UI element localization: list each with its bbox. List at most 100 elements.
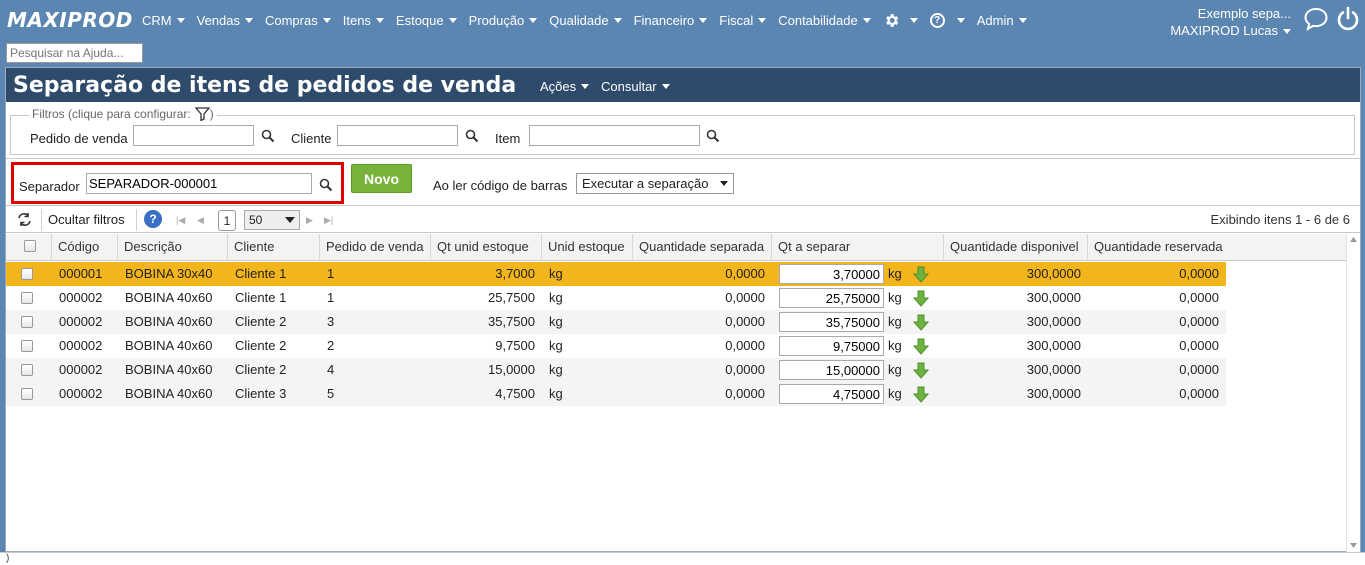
arrow-down-icon[interactable] — [913, 314, 929, 331]
user-menu[interactable]: Exemplo sepa... MAXIPROD Lucas — [1170, 5, 1291, 39]
header-qt-reservada[interactable]: Quantidade reservada — [1088, 234, 1346, 261]
pedido-input[interactable] — [133, 125, 254, 146]
cell-reservada: 0,0000 — [1179, 266, 1219, 281]
scroll-up-icon[interactable] — [1349, 236, 1358, 243]
header-qt-separada[interactable]: Quantidade separada — [633, 234, 772, 261]
table-row[interactable]: 000002 BOBINA 40x60 Cliente 3 5 4,7500 k… — [6, 382, 1226, 406]
menu-label: Estoque — [395, 13, 444, 28]
prev-page-icon[interactable]: ◀ — [197, 215, 204, 226]
menu-fiscal[interactable]: Fiscal — [719, 13, 767, 28]
app-logo[interactable]: MAXIPROD — [7, 8, 133, 32]
table-row[interactable]: 000001 BOBINA 30x40 Cliente 1 1 3,7000 k… — [6, 262, 1226, 286]
menu-label: Itens — [342, 13, 371, 28]
power-icon[interactable] — [1335, 6, 1361, 32]
menu-crm[interactable]: CRM — [142, 13, 185, 28]
items-count: Exibindo itens 1 - 6 de 6 — [1210, 212, 1350, 227]
scroll-down-icon[interactable] — [1349, 542, 1358, 549]
qt-a-separar-input[interactable] — [779, 264, 884, 284]
help-icon: ? — [929, 13, 945, 28]
menu-qualidade[interactable]: Qualidade — [549, 13, 622, 28]
qt-a-separar-input[interactable] — [779, 288, 884, 308]
cell-qt-separada: 0,0000 — [725, 266, 765, 281]
arrow-down-icon[interactable] — [913, 290, 929, 307]
qt-a-separar-input[interactable] — [779, 336, 884, 356]
search-icon[interactable] — [319, 178, 333, 192]
header-cliente[interactable]: Cliente — [228, 234, 320, 261]
row-checkbox[interactable] — [21, 316, 33, 328]
last-page-icon[interactable]: ▶| — [324, 215, 333, 226]
header-descricao[interactable]: Descrição — [118, 234, 228, 261]
menu-compras[interactable]: Compras — [265, 13, 331, 28]
header-unid-estoque[interactable]: Unid estoque — [542, 234, 633, 261]
hide-filters-button[interactable]: Ocultar filtros — [48, 212, 125, 227]
table-row[interactable]: 000002 BOBINA 40x60 Cliente 2 2 9,7500 k… — [6, 334, 1226, 358]
cell-unid: kg — [549, 266, 563, 281]
row-checkbox[interactable] — [21, 364, 33, 376]
new-separator-button[interactable]: Novo — [351, 164, 412, 193]
help-search-input[interactable] — [6, 43, 143, 63]
menu-estoque[interactable]: Estoque — [396, 13, 457, 28]
consult-menu[interactable]: Consultar — [601, 79, 670, 94]
item-label: Item — [495, 131, 521, 146]
menu-help[interactable]: ? — [929, 13, 965, 28]
chevron-down-icon — [720, 181, 728, 186]
grid-scrollbar[interactable] — [1346, 234, 1360, 552]
consult-label: Consultar — [601, 79, 657, 94]
page-size-select[interactable]: 50 — [244, 210, 300, 230]
header-codigo[interactable]: Código — [52, 234, 118, 261]
menu-financeiro[interactable]: Financeiro — [634, 13, 708, 28]
top-navigation: MAXIPROD CRM Vendas Compras Itens Estoqu… — [0, 0, 1365, 42]
cliente-input[interactable] — [337, 125, 458, 146]
item-input[interactable] — [529, 125, 700, 146]
menu-admin[interactable]: Admin — [977, 13, 1027, 28]
header-select-all[interactable] — [6, 234, 52, 261]
actions-menu[interactable]: Ações — [540, 79, 590, 94]
table-row[interactable]: 000002 BOBINA 40x60 Cliente 1 1 25,7500 … — [6, 286, 1226, 310]
menu-settings[interactable] — [883, 12, 918, 29]
menu-producao[interactable]: Produção — [469, 13, 538, 28]
row-checkbox[interactable] — [21, 268, 33, 280]
toolbar-divider — [41, 209, 42, 231]
arrow-down-icon[interactable] — [913, 338, 929, 355]
select-all-checkbox[interactable] — [24, 240, 36, 252]
cell-qt-separada: 0,0000 — [725, 386, 765, 401]
chevron-down-icon — [699, 18, 708, 23]
search-icon[interactable] — [706, 129, 720, 143]
cell-cliente: Cliente 2 — [235, 362, 287, 377]
cell-cliente: Cliente 3 — [235, 386, 287, 401]
qt-a-separar-input[interactable] — [779, 384, 884, 404]
page-number-input[interactable]: 1 — [218, 210, 236, 231]
cell-pedido: 3 — [327, 314, 335, 329]
search-icon[interactable] — [465, 129, 479, 143]
menu-itens[interactable]: Itens — [343, 13, 384, 28]
row-checkbox[interactable] — [21, 292, 33, 304]
qt-a-separar-input[interactable] — [779, 312, 884, 332]
menu-vendas[interactable]: Vendas — [197, 13, 253, 28]
table-row[interactable]: 000002 BOBINA 40x60 Cliente 2 3 35,7500 … — [6, 310, 1226, 334]
help-icon[interactable]: ? — [144, 210, 162, 228]
cell-a-separar-unit: kg — [888, 338, 902, 353]
filter-icon[interactable] — [194, 107, 210, 121]
menu-contabilidade[interactable]: Contabilidade — [778, 13, 871, 28]
header-qt-estoque[interactable]: Qt unid estoque — [431, 234, 542, 261]
arrow-down-icon[interactable] — [913, 362, 929, 379]
qt-a-separar-input[interactable] — [779, 360, 884, 380]
row-checkbox[interactable] — [21, 340, 33, 352]
next-page-icon[interactable]: ▶ — [306, 215, 313, 226]
search-icon[interactable] — [261, 129, 275, 143]
row-checkbox[interactable] — [21, 388, 33, 400]
cell-descricao: BOBINA 40x60 — [125, 290, 213, 305]
header-qt-a-separar[interactable]: Qt a separar — [772, 234, 944, 261]
cell-qt-estoque: 4,7500 — [495, 386, 535, 401]
filters-legend[interactable]: Filtros (clique para configurar: ) — [29, 107, 217, 121]
header-qt-disponivel[interactable]: Quantidade disponivel — [944, 234, 1088, 261]
refresh-icon[interactable] — [16, 212, 33, 227]
arrow-down-icon[interactable] — [913, 266, 929, 283]
chat-icon[interactable] — [1303, 6, 1329, 32]
barcode-action-select[interactable]: Executar a separação — [576, 173, 734, 194]
table-row[interactable]: 000002 BOBINA 40x60 Cliente 2 4 15,0000 … — [6, 358, 1226, 382]
first-page-icon[interactable]: |◀ — [176, 215, 185, 226]
header-pedido[interactable]: Pedido de venda — [320, 234, 431, 261]
arrow-down-icon[interactable] — [913, 386, 929, 403]
separator-input[interactable] — [86, 173, 312, 194]
